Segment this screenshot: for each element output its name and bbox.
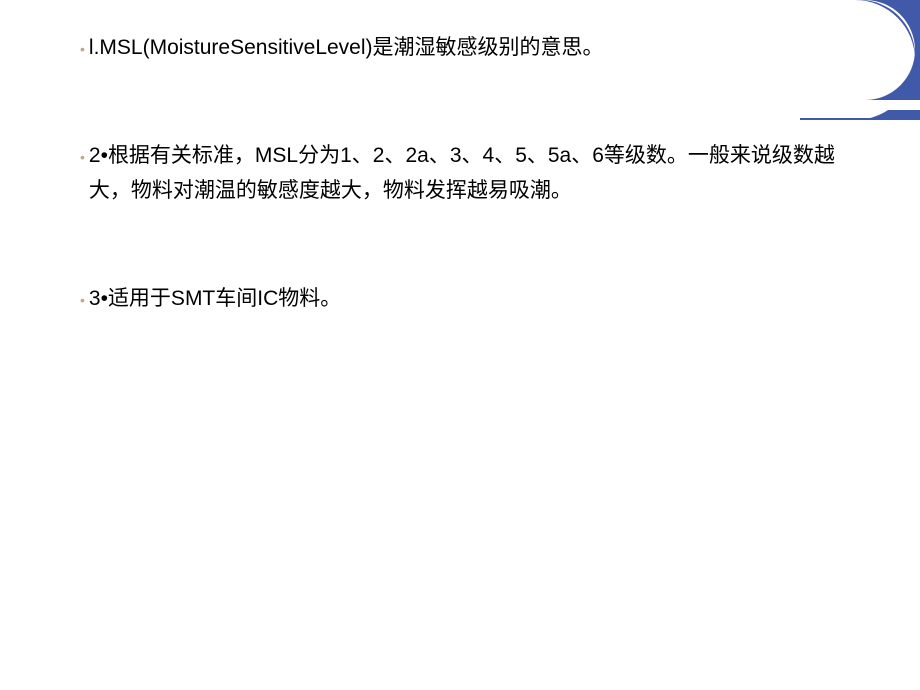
slide-content: • l.MSL(MoistureSensitiveLevel)是潮湿敏感级别的意… — [0, 0, 920, 347]
corner-graphic — [800, 0, 920, 120]
list-item: • 2•根据有关标准，MSL分为1、2、2a、3、4、5、5a、6等级数。一般来… — [80, 138, 840, 209]
bullet-marker-icon: • — [80, 289, 85, 313]
bullet-text: 3•适用于SMT车间IC物料。 — [89, 281, 840, 317]
list-item: • 3•适用于SMT车间IC物料。 — [80, 281, 840, 317]
list-item: • l.MSL(MoistureSensitiveLevel)是潮湿敏感级别的意… — [80, 30, 840, 66]
bullet-text: 2•根据有关标准，MSL分为1、2、2a、3、4、5、5a、6等级数。一般来说级… — [89, 138, 840, 209]
bullet-marker-icon: • — [80, 146, 85, 170]
bullet-marker-icon: • — [80, 38, 85, 62]
bullet-text: l.MSL(MoistureSensitiveLevel)是潮湿敏感级别的意思。 — [89, 30, 840, 66]
